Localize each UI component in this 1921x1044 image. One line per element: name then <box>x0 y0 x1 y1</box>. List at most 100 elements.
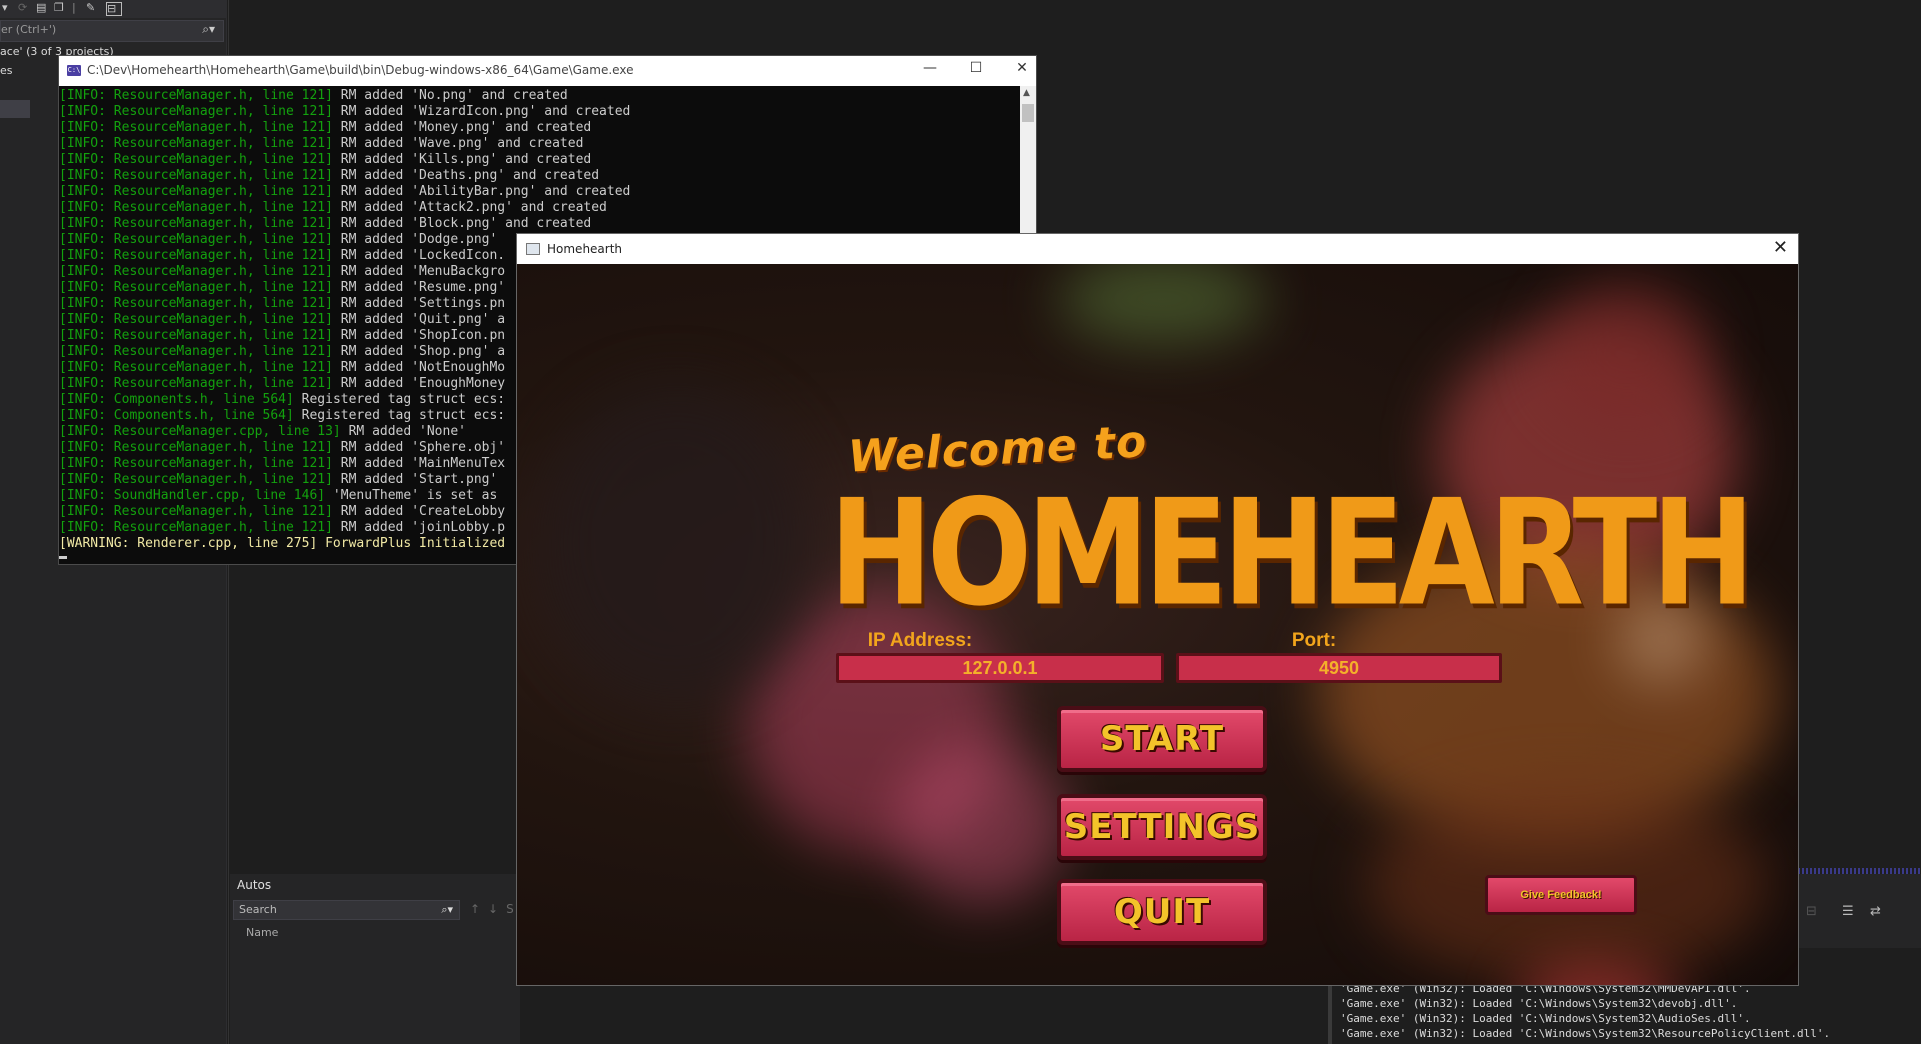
console-log-line: [INFO: ResourceManager.h, line 121] RM a… <box>59 504 505 520</box>
game-title-bar[interactable]: Homehearth ✕ <box>517 234 1798 264</box>
console-log-line: [INFO: ResourceManager.h, line 121] RM a… <box>59 376 505 392</box>
settings-button[interactable]: SETTINGS <box>1057 794 1267 860</box>
selected-node[interactable] <box>0 100 30 118</box>
log-prefix: [INFO: ResourceManager.h, line 121] <box>59 216 333 231</box>
log-message: RM added 'Block.png' and created <box>332 216 592 231</box>
game-logo: HOMEHEARTH <box>829 469 1755 639</box>
log-message: RM added 'CreateLobby <box>332 504 506 519</box>
log-message: 'MenuTheme' is set as <box>325 488 498 503</box>
port-input[interactable]: 4950 <box>1176 653 1502 683</box>
search-depth-arrows[interactable]: ↑↓S <box>470 902 522 916</box>
autos-title[interactable]: Autos <box>237 878 271 892</box>
scroll-up-icon[interactable]: ▲ <box>1023 88 1030 98</box>
log-message: RM added 'ShopIcon.pn <box>332 328 506 343</box>
console-app-icon: C:\ <box>67 65 81 76</box>
console-log-line: [INFO: ResourceManager.h, line 121] RM a… <box>59 232 497 248</box>
log-prefix: [INFO: ResourceManager.h, line 121] <box>59 312 333 327</box>
collapse-icon[interactable]: ▤ <box>36 2 48 14</box>
log-prefix: [INFO: ResourceManager.cpp, line 13] <box>59 424 341 439</box>
console-log-line: [INFO: ResourceManager.h, line 121] RM a… <box>59 360 505 376</box>
console-log-line: [INFO: ResourceManager.h, line 121] RM a… <box>59 200 607 216</box>
autos-panel: Autos Search ⌕▾ ↑↓S Name <box>230 874 520 1044</box>
log-prefix: [INFO: ResourceManager.h, line 121] <box>59 504 333 519</box>
console-log-line: [INFO: ResourceManager.h, line 121] RM a… <box>59 280 505 296</box>
console-log-line: [INFO: ResourceManager.h, line 121] RM a… <box>59 456 505 472</box>
console-log-line: [INFO: ResourceManager.h, line 121] RM a… <box>59 296 505 312</box>
log-message: RM added 'LockedIcon. <box>332 248 506 263</box>
console-log-line: [INFO: Components.h, line 564] Registere… <box>59 408 505 424</box>
console-log-line: [INFO: ResourceManager.h, line 121] RM a… <box>59 136 583 152</box>
sync-icon[interactable]: ⟳ <box>18 2 30 14</box>
output-toolbar: ⊟ ☰ ⇄ <box>1794 868 1921 948</box>
log-prefix: [INFO: ResourceManager.h, line 121] <box>59 280 333 295</box>
shadow-blur <box>537 384 817 704</box>
log-message: RM added 'AbilityBar.png' and created <box>332 184 631 199</box>
log-message: RM added 'EnoughMoney <box>332 376 506 391</box>
log-prefix: [INFO: ResourceManager.h, line 121] <box>59 120 333 135</box>
console-title-bar[interactable]: C:\ C:\Dev\Homehearth\Homehearth\Game\bu… <box>59 56 1036 86</box>
solution-search-input[interactable]: er (Ctrl+') ⌕▾ <box>0 20 224 42</box>
quit-button[interactable]: QUIT <box>1057 879 1267 945</box>
solution-explorer-toolbar: ▾ ⟳ ▤ ❐ | ✎ ⊟ <box>0 0 226 18</box>
search-icon[interactable]: ⌕▾ <box>202 22 215 37</box>
window-icon <box>526 243 540 255</box>
log-prefix: [INFO: ResourceManager.h, line 121] <box>59 344 333 359</box>
properties-icon[interactable]: ✎ <box>86 2 98 14</box>
give-feedback-button[interactable]: Give Feedback! <box>1485 875 1637 915</box>
autos-search-input[interactable]: Search ⌕▾ <box>233 900 460 920</box>
log-prefix: [INFO: Components.h, line 564] <box>59 392 294 407</box>
dropdown-icon[interactable]: ▾ <box>2 2 14 14</box>
output-gutter <box>1328 980 1332 1044</box>
scrollbar-thumb[interactable] <box>1022 104 1034 122</box>
game-window[interactable]: Homehearth ✕ Welcome to HOMEHEARTH IP Ad… <box>516 233 1799 986</box>
log-message: Registered tag struct ecs: <box>293 392 506 407</box>
close-icon[interactable]: ✕ <box>1773 237 1788 258</box>
log-prefix: [INFO: ResourceManager.h, line 121] <box>59 440 333 455</box>
log-prefix: [INFO: ResourceManager.h, line 121] <box>59 456 333 471</box>
log-prefix: [INFO: Components.h, line 564] <box>59 408 294 423</box>
log-message: RM added 'No.png' and created <box>332 88 568 103</box>
output-window: 'Game.exe' (Win32): Loaded 'C:\Windows\S… <box>1328 980 1921 1044</box>
clear-disabled-icon: ⊟ <box>1806 904 1817 919</box>
log-prefix: [INFO: ResourceManager.h, line 121] <box>59 200 333 215</box>
log-prefix: [INFO: ResourceManager.h, line 121] <box>59 520 333 535</box>
chimney-blur <box>1547 284 1707 424</box>
console-title: C:\Dev\Homehearth\Homehearth\Game\build\… <box>87 63 634 77</box>
close-icon[interactable]: ✕ <box>1007 60 1037 76</box>
log-message: RM added 'Settings.pn <box>332 296 506 311</box>
search-icon[interactable]: ⌕▾ <box>441 903 453 917</box>
log-prefix: [INFO: ResourceManager.h, line 121] <box>59 264 333 279</box>
log-prefix: [INFO: ResourceManager.h, line 121] <box>59 360 333 375</box>
console-log-line: [INFO: Components.h, line 564] Registere… <box>59 392 505 408</box>
game-window-title: Homehearth <box>547 242 623 256</box>
minimize-icon[interactable]: — <box>915 60 945 76</box>
output-splitter[interactable] <box>1794 868 1921 874</box>
port-label: Port: <box>1291 630 1337 651</box>
word-wrap-icon[interactable]: ⇄ <box>1870 904 1881 919</box>
console-log-line: [INFO: ResourceManager.h, line 121] RM a… <box>59 440 505 456</box>
output-line: 'Game.exe' (Win32): Loaded 'C:\Windows\S… <box>1340 997 1738 1010</box>
maximize-icon[interactable]: ☐ <box>961 60 991 76</box>
log-prefix: [INFO: ResourceManager.h, line 121] <box>59 168 333 183</box>
log-message: RM added 'Deaths.png' and created <box>332 168 600 183</box>
log-message: RM added 'MenuBackgro <box>332 264 506 279</box>
preview-icon[interactable]: ⊟ <box>106 2 122 16</box>
clear-all-icon[interactable]: ☰ <box>1842 904 1854 919</box>
console-log-line: [INFO: ResourceManager.h, line 121] RM a… <box>59 184 630 200</box>
console-warning-line: [WARNING: Renderer.cpp, line 275] Forwar… <box>59 536 506 551</box>
log-message: RM added 'Sphere.obj' <box>332 440 506 455</box>
ip-address-input[interactable]: 127.0.0.1 <box>836 653 1164 683</box>
show-all-files-icon[interactable]: ❐ <box>54 2 66 14</box>
ip-address-label: IP Address: <box>867 630 973 651</box>
console-log-line: [INFO: ResourceManager.h, line 121] RM a… <box>59 216 591 232</box>
references-node[interactable]: es <box>0 64 13 77</box>
log-prefix: [INFO: ResourceManager.h, line 121] <box>59 376 333 391</box>
log-prefix: [INFO: ResourceManager.h, line 121] <box>59 88 333 103</box>
separator-icon: | <box>72 1 76 14</box>
autos-name-column-header[interactable]: Name <box>246 926 278 939</box>
start-button[interactable]: START <box>1057 706 1267 772</box>
log-message: RM added 'Resume.png' <box>332 280 506 295</box>
log-prefix: [INFO: ResourceManager.h, line 121] <box>59 248 333 263</box>
console-log-line: [INFO: ResourceManager.h, line 121] RM a… <box>59 104 630 120</box>
console-log-line: [INFO: ResourceManager.h, line 121] RM a… <box>59 248 505 264</box>
